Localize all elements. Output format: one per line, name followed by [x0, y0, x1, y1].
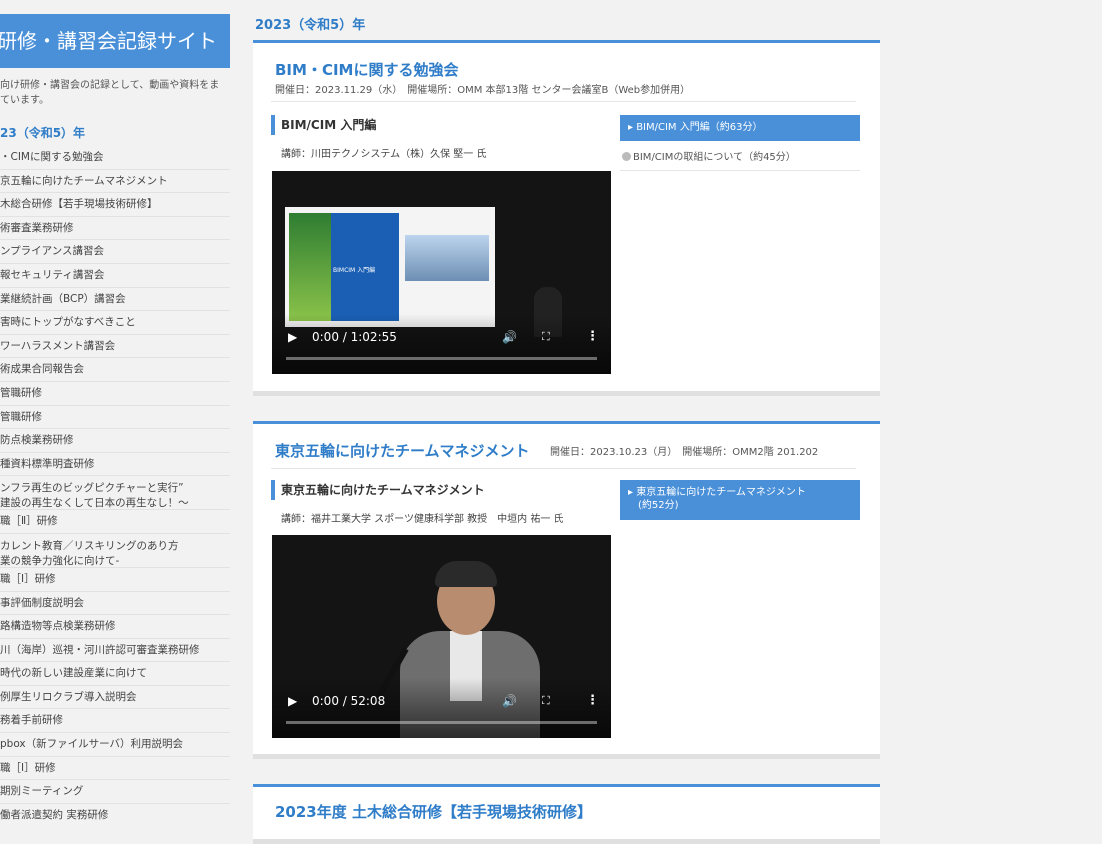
lecture-card: 2023年度 土木総合研修【若手現場技術研修】 — [253, 784, 880, 844]
card-title[interactable]: 2023年度 土木総合研修【若手現場技術研修】 — [275, 801, 592, 822]
sidebar-item[interactable]: ・CIMに関する勉強会 — [0, 146, 230, 170]
sidebar-item[interactable]: ンプライアンス講習会 — [0, 240, 230, 264]
sidebar-item[interactable]: 例厚生リロクラブ導入説明会 — [0, 686, 230, 710]
card-title[interactable]: 東京五輪に向けたチームマネジメント — [275, 440, 530, 461]
sidebar-item[interactable]: ワーハラスメント講習会 — [0, 335, 230, 359]
chapter-item-active[interactable]: ▸ BIM/CIM 入門編（約63分） — [620, 115, 860, 141]
volume-icon[interactable]: 🔊 — [502, 330, 517, 344]
section-label: BIM/CIM 入門編 — [271, 115, 376, 135]
video-player[interactable]: ▶ 0:00 / 52:08 🔊 ⛶ ⋮ — [272, 535, 611, 738]
card-title[interactable]: BIM・CIMに関する勉強会 — [275, 59, 458, 80]
slide-text: BIMCIM 入門編 — [333, 267, 376, 274]
lecturer-text: 講師：福井工業大学 スポーツ健康科学部 教授 中垣内 祐一 氏 — [281, 514, 564, 525]
sidebar-item[interactable]: 職［Ⅱ］研修 — [0, 510, 230, 534]
divider — [271, 101, 856, 102]
sidebar-item[interactable]: 術審査業務研修 — [0, 217, 230, 241]
sidebar-item[interactable]: 種資料標準明査研修 — [0, 453, 230, 477]
sidebar-item[interactable]: 職［Ⅰ］研修 — [0, 568, 230, 592]
video-player[interactable]: BIMCIM 入門編 ▶ 0:00 / 1:02:55 🔊 ⛶ ⋮ — [272, 171, 611, 374]
divider — [271, 468, 856, 469]
sidebar-item[interactable]: 報セキュリティ講習会 — [0, 264, 230, 288]
sidebar-item[interactable]: 職［Ⅰ］研修 — [0, 757, 230, 781]
fullscreen-icon[interactable]: ⛶ — [542, 330, 550, 344]
section-label: 東京五輪に向けたチームマネジメント — [271, 480, 485, 500]
sidebar-item[interactable]: 期別ミーティング — [0, 780, 230, 804]
sidebar-item[interactable]: 川（海岸）巡視・河川許認可審査業務研修 — [0, 639, 230, 663]
play-icon[interactable]: ▶ — [288, 694, 297, 708]
sidebar-item[interactable]: 防点検業務研修 — [0, 429, 230, 453]
main-year-heading: 2023（令和5）年 — [255, 18, 366, 33]
more-icon[interactable]: ⋮ — [586, 693, 599, 708]
chapter-item[interactable]: BIM/CIMの取組について（約45分） — [620, 145, 860, 171]
progress-bar[interactable] — [286, 721, 597, 724]
sidebar-item[interactable]: 管職研修 — [0, 382, 230, 406]
volume-icon[interactable]: 🔊 — [502, 694, 517, 708]
progress-bar[interactable] — [286, 357, 597, 360]
speaker-hair — [435, 561, 497, 587]
sidebar-item[interactable]: 時代の新しい建設産業に向けて — [0, 662, 230, 686]
sidebar-item[interactable]: 京五輪に向けたチームマネジメント — [0, 170, 230, 194]
video-controls: ▶ 0:00 / 52:08 🔊 ⛶ ⋮ — [272, 678, 611, 738]
chapter-bullet-icon — [622, 152, 631, 161]
video-controls: ▶ 0:00 / 1:02:55 🔊 ⛶ ⋮ — [272, 314, 611, 374]
lecture-card: 東京五輪に向けたチームマネジメント 開催日：2023.10.23（月） 開催場所… — [253, 421, 880, 759]
sidebar-item[interactable]: 害時にトップがなすべきこと — [0, 311, 230, 335]
sidebar-year-heading[interactable]: 23（令和5）年 — [0, 124, 85, 141]
site-title[interactable]: 研修・講習会記録サイト — [0, 14, 230, 68]
video-time: 0:00 / 52:08 — [312, 694, 386, 708]
chapter-label: BIM/CIMの取組について（約45分） — [633, 152, 796, 163]
video-thumbnail: BIMCIM 入門編 — [285, 207, 495, 327]
play-icon[interactable]: ▶ — [288, 330, 297, 344]
sidebar-list: ・CIMに関する勉強会 京五輪に向けたチームマネジメント 木総合研修【若手現場技… — [0, 146, 230, 822]
more-icon[interactable]: ⋮ — [586, 329, 599, 344]
chapter-item-active[interactable]: ▸ 東京五輪に向けたチームマネジメント (約52分) — [620, 480, 860, 520]
sidebar-item[interactable]: 事評価制度説明会 — [0, 592, 230, 616]
sidebar-item[interactable]: pbox（新ファイルサーバ）利用説明会 — [0, 733, 230, 757]
video-time: 0:00 / 1:02:55 — [312, 330, 397, 344]
card-meta: 開催日：2023.11.29（水） 開催場所：OMM 本部13階 センター会議室… — [275, 85, 691, 96]
sidebar-item[interactable]: 務着手前研修 — [0, 709, 230, 734]
sidebar-item[interactable]: 働者派遣契約 実務研修 — [0, 804, 230, 822]
sidebar-item[interactable]: 管職研修 — [0, 406, 230, 430]
fullscreen-icon[interactable]: ⛶ — [542, 694, 550, 708]
sidebar: 研修・講習会記録サイト 向け研修・講習会の記録として、動画や資料をま ています。… — [0, 0, 230, 822]
lecture-card: BIM・CIMに関する勉強会 開催日：2023.11.29（水） 開催場所：OM… — [253, 40, 880, 396]
sidebar-item[interactable]: カレント教育／リスキリングのあり方 業の競争力強化に向けて- — [0, 534, 230, 568]
sidebar-item[interactable]: 術成果合同報告会 — [0, 358, 230, 382]
sidebar-item[interactable]: 木総合研修【若手現場技術研修】 — [0, 193, 230, 217]
lecturer-text: 講師：川田テクノシステム（株）久保 堅一 氏 — [281, 149, 487, 160]
sidebar-item[interactable]: ンフラ再生のビッグピクチャーと実行” 建設の再生なくして日本の再生なし！～ — [0, 476, 230, 511]
sidebar-item[interactable]: 路構造物等点検業務研修 — [0, 615, 230, 639]
site-description: 向け研修・講習会の記録として、動画や資料をま ています。 — [0, 80, 220, 106]
sidebar-item[interactable]: 業継続計画（BCP）講習会 — [0, 288, 230, 312]
card-meta: 開催日：2023.10.23（月） 開催場所：OMM2階 201.202 — [550, 447, 819, 458]
